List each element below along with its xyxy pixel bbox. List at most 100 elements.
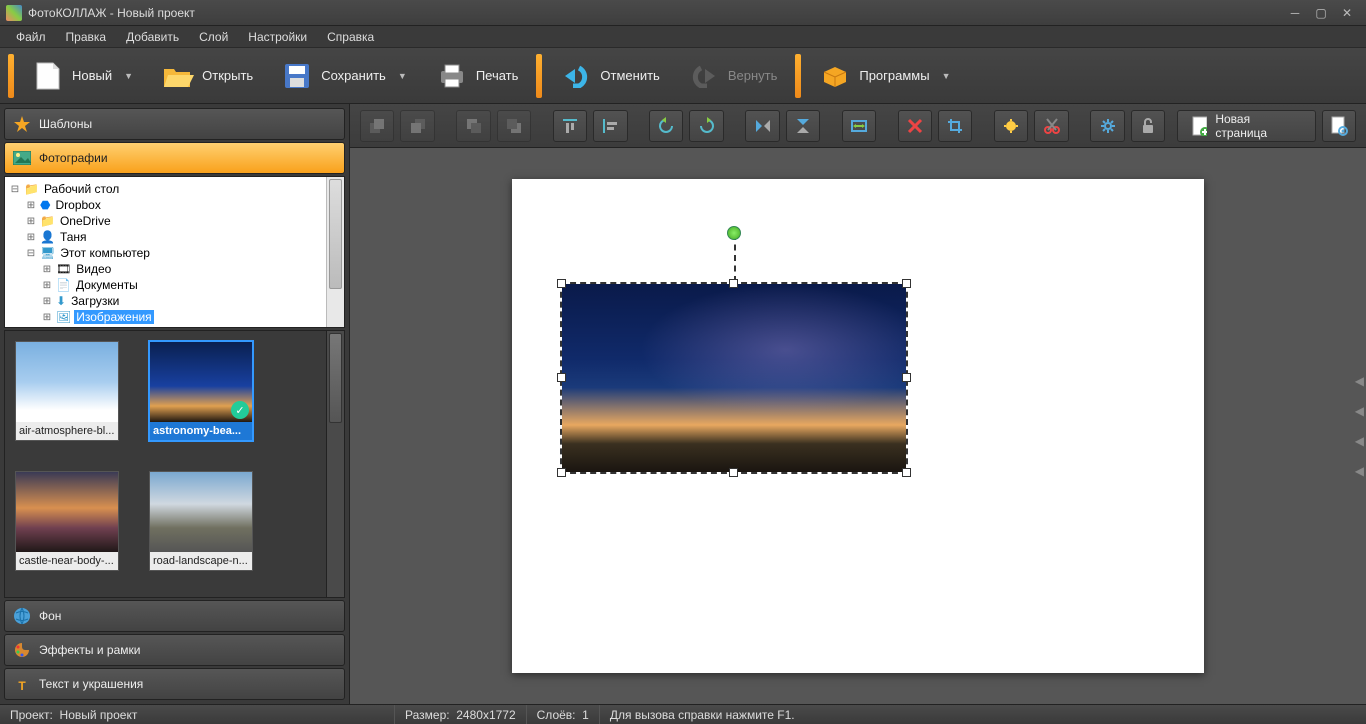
status-help: Для вызова справки нажмите F1. <box>600 705 805 724</box>
star-icon <box>13 115 31 133</box>
menu-edit[interactable]: Правка <box>56 27 117 47</box>
page-settings-icon[interactable] <box>1322 110 1356 142</box>
new-page-label: Новая страница <box>1215 112 1300 140</box>
handle-bc[interactable] <box>729 468 738 477</box>
tree-row-images[interactable]: ⊞🖼Изображения <box>7 309 342 325</box>
align-left-icon[interactable] <box>593 110 627 142</box>
thumb-3[interactable]: castle-near-body-... <box>15 471 119 571</box>
layer-back-icon[interactable] <box>400 110 434 142</box>
thumb-4[interactable]: road-landscape-n... <box>149 471 253 571</box>
photo-icon <box>13 149 31 167</box>
undo-icon <box>560 60 592 92</box>
status-size: Размер: 2480x1772 <box>395 705 527 724</box>
new-page-button[interactable]: Новая страница <box>1177 110 1315 142</box>
handle-tl[interactable] <box>557 279 566 288</box>
tab-text[interactable]: T Текст и украшения <box>4 668 345 700</box>
delete-icon[interactable] <box>898 110 932 142</box>
image-content <box>562 284 906 472</box>
handle-tr[interactable] <box>902 279 911 288</box>
tab-effects[interactable]: Эффекты и рамки <box>4 634 345 666</box>
crop-icon[interactable] <box>938 110 972 142</box>
save-icon <box>281 60 313 92</box>
close-button[interactable]: ✕ <box>1334 4 1360 22</box>
titlebar: ФотоКОЛЛАЖ - Новый проект ─ ▢ ✕ <box>0 0 1366 26</box>
handle-br[interactable] <box>902 468 911 477</box>
tab-background[interactable]: Фон <box>4 600 345 632</box>
open-button[interactable]: Открыть <box>152 54 263 98</box>
programs-button[interactable]: Программы ▼ <box>809 54 961 98</box>
print-button[interactable]: Печать <box>426 54 529 98</box>
layer-up-icon[interactable] <box>456 110 490 142</box>
menu-file[interactable]: Файл <box>6 27 56 47</box>
menu-settings[interactable]: Настройки <box>238 27 317 47</box>
handle-bl[interactable] <box>557 468 566 477</box>
fit-width-icon[interactable] <box>842 110 876 142</box>
settings-icon[interactable] <box>1090 110 1124 142</box>
toolbar-accent-2 <box>536 54 542 98</box>
layer-front-icon[interactable] <box>360 110 394 142</box>
maximize-button[interactable]: ▢ <box>1308 4 1334 22</box>
thumb-1-caption: air-atmosphere-bl... <box>16 422 118 440</box>
tree-row-onedrive[interactable]: ⊞📁OneDrive <box>7 213 342 229</box>
menubar: Файл Правка Добавить Слой Настройки Спра… <box>0 26 1366 48</box>
minimize-button[interactable]: ─ <box>1282 4 1308 22</box>
tree: ⊟📁Рабочий стол ⊞⬣Dropbox ⊞📁OneDrive ⊞👤Та… <box>5 177 344 328</box>
cut-icon[interactable] <box>1034 110 1068 142</box>
menu-add[interactable]: Добавить <box>116 27 189 47</box>
page[interactable] <box>512 179 1204 673</box>
canvas-area[interactable]: ◀◀◀◀ <box>350 148 1366 704</box>
tree-row-documents[interactable]: ⊞📄Документы <box>7 277 342 293</box>
tree-row-desktop[interactable]: ⊟📁Рабочий стол <box>7 181 342 197</box>
redo-button[interactable]: Вернуть <box>678 54 788 98</box>
tree-scrollbar[interactable] <box>326 177 344 327</box>
align-top-icon[interactable] <box>553 110 587 142</box>
palette-icon <box>13 641 31 659</box>
applied-check-icon: ✓ <box>231 401 249 419</box>
rotate-left-icon[interactable] <box>649 110 683 142</box>
handle-lc[interactable] <box>557 373 566 382</box>
svg-text:T: T <box>18 679 26 693</box>
templates-label: Шаблоны <box>39 117 92 131</box>
rotation-handle[interactable] <box>727 226 741 240</box>
tab-templates[interactable]: Шаблоны <box>4 108 345 140</box>
tree-row-dropbox[interactable]: ⊞⬣Dropbox <box>7 197 342 213</box>
lock-icon[interactable] <box>1131 110 1165 142</box>
selected-image[interactable] <box>560 282 908 474</box>
folder-tree: ⊟📁Рабочий стол ⊞⬣Dropbox ⊞📁OneDrive ⊞👤Та… <box>4 176 345 328</box>
new-dropdown-icon[interactable]: ▼ <box>124 71 134 81</box>
new-button[interactable]: Новый ▼ <box>22 54 144 98</box>
thumb-1[interactable]: air-atmosphere-bl... <box>15 341 119 441</box>
thumb-2-caption: astronomy-bea... <box>150 422 252 440</box>
save-button[interactable]: Сохранить ▼ <box>271 54 418 98</box>
thumb-scrollbar[interactable] <box>326 331 344 597</box>
handle-tc[interactable] <box>729 279 738 288</box>
thumb-2[interactable]: ✓ astronomy-bea... <box>149 341 253 441</box>
flip-v-icon[interactable] <box>786 110 820 142</box>
effects-label: Эффекты и рамки <box>39 643 140 657</box>
save-dropdown-icon[interactable]: ▼ <box>398 71 408 81</box>
menu-help[interactable]: Справка <box>317 27 384 47</box>
layer-down-icon[interactable] <box>497 110 531 142</box>
side-collapse-arrows[interactable]: ◀◀◀◀ <box>1355 374 1366 478</box>
redo-icon <box>688 60 720 92</box>
handle-rc[interactable] <box>902 373 911 382</box>
status-layers: Слоёв: 1 <box>527 705 600 724</box>
main-toolbar: Новый ▼ Открыть Сохранить ▼ Печать Отмен… <box>0 48 1366 104</box>
tree-row-user[interactable]: ⊞👤Таня <box>7 229 342 245</box>
tree-row-video[interactable]: ⊞🎞Видео <box>7 261 342 277</box>
programs-dropdown-icon[interactable]: ▼ <box>942 71 952 81</box>
text-icon: T <box>13 675 31 693</box>
flip-h-icon[interactable] <box>745 110 779 142</box>
tree-row-downloads[interactable]: ⊞⬇Загрузки <box>7 293 342 309</box>
new-file-icon <box>32 60 64 92</box>
print-label: Печать <box>476 68 519 83</box>
menu-layer[interactable]: Слой <box>189 27 238 47</box>
tree-row-computer[interactable]: ⊟🖥Этот компьютер <box>7 245 342 261</box>
magic-icon[interactable] <box>994 110 1028 142</box>
tab-photos[interactable]: Фотографии <box>4 142 345 174</box>
rotate-right-icon[interactable] <box>689 110 723 142</box>
new-label: Новый <box>72 68 112 83</box>
undo-button[interactable]: Отменить <box>550 54 669 98</box>
window-title: ФотоКОЛЛАЖ - Новый проект <box>28 6 1282 20</box>
open-folder-icon <box>162 60 194 92</box>
